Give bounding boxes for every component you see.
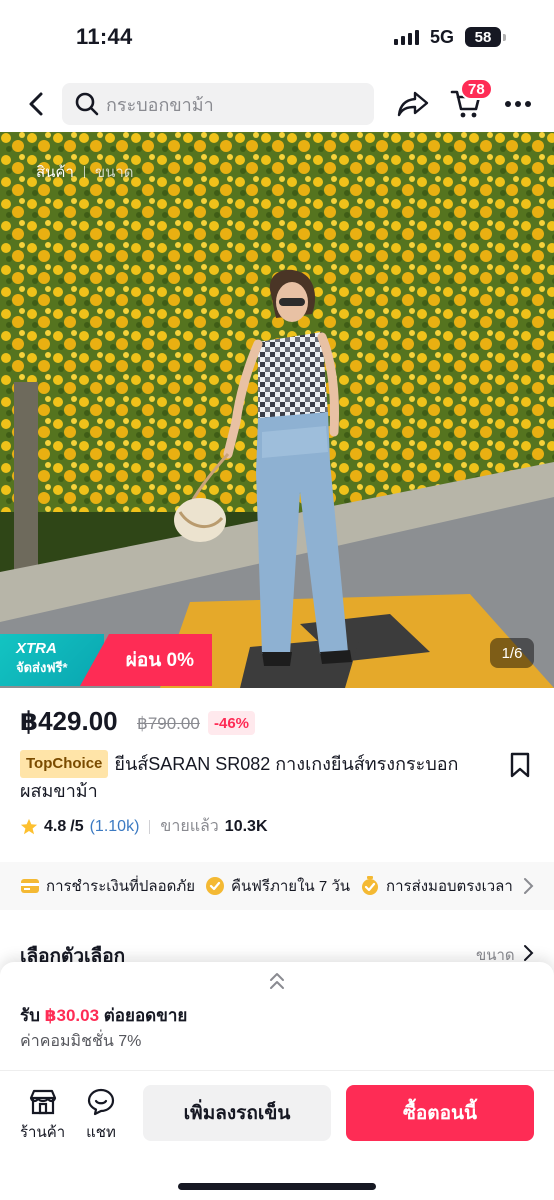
chevron-right-icon bbox=[524, 878, 534, 894]
expand-up-icon[interactable] bbox=[267, 970, 287, 992]
rating-max: /5 bbox=[70, 817, 84, 835]
shop-button[interactable]: ร้านค้า bbox=[20, 1087, 65, 1144]
tab-divider bbox=[83, 166, 85, 178]
product-title: TopChoice ยีนส์SARAN SR082 กางเกงยีนส์ทรง… bbox=[20, 750, 490, 804]
search-input[interactable]: กระบอกขาม้า bbox=[62, 83, 374, 125]
guarantees-row[interactable]: การชำระเงินที่ปลอดภัย คืนฟรีภายใน 7 วัน … bbox=[0, 862, 554, 910]
add-to-cart-button[interactable]: เพิ่มลงรถเข็น bbox=[143, 1085, 331, 1141]
clock: 11:44 bbox=[76, 24, 133, 49]
signal-icon bbox=[394, 30, 419, 45]
guarantee-secure-payment: การชำระเงินที่ปลอดภัย bbox=[20, 874, 195, 898]
product-photo bbox=[0, 132, 554, 688]
review-count[interactable]: (1.10k) bbox=[90, 818, 140, 836]
guarantee-on-time: การส่งมอบตรงเวลา bbox=[360, 874, 513, 898]
status-bar: 11:44 5G 58 bbox=[0, 0, 554, 70]
rating-score: 4.8 bbox=[44, 817, 67, 835]
tab-product[interactable]: สินค้า bbox=[36, 160, 74, 184]
commission-rate: ค่าคอมมิชชั่น 7% bbox=[20, 1033, 142, 1050]
chat-button[interactable]: แชท bbox=[86, 1087, 116, 1144]
sold-label: ขายแล้ว bbox=[160, 818, 219, 835]
battery-icon: 58 bbox=[465, 27, 506, 47]
network-label: 5G bbox=[430, 27, 455, 47]
commission-sheet[interactable]: รับ ฿30.03 ต่อยอดขาย ค่าคอมมิชชั่น 7% bbox=[0, 962, 554, 1070]
cart-count-badge: 78 bbox=[460, 78, 493, 100]
topchoice-badge: TopChoice bbox=[20, 750, 109, 778]
commission-prefix: รับ bbox=[20, 1006, 40, 1025]
search-placeholder: กระบอกขาม้า bbox=[106, 94, 214, 115]
rating-row: 4.8 /5 (1.10k) ขายแล้ว 10.3K bbox=[20, 814, 268, 839]
bottom-action-bar: ร้านค้า แชท เพิ่มลงรถเข็น ซื้อตอนนี้ bbox=[0, 1070, 554, 1200]
back-icon[interactable] bbox=[22, 88, 52, 120]
bookmark-icon[interactable] bbox=[508, 752, 532, 778]
timer-icon bbox=[362, 876, 379, 895]
shop-icon bbox=[29, 1089, 56, 1115]
card-icon bbox=[21, 879, 39, 893]
sold-count: 10.3K bbox=[224, 817, 268, 835]
buy-now-button[interactable]: ซื้อตอนนี้ bbox=[346, 1085, 534, 1141]
guarantee-free-return: คืนฟรีภายใน 7 วัน bbox=[205, 874, 350, 898]
hero-tabs: สินค้า ขนาด bbox=[36, 160, 134, 184]
commission-suffix: ต่อยอดขาย bbox=[103, 1006, 188, 1025]
return-icon bbox=[206, 877, 225, 895]
chat-icon bbox=[87, 1088, 115, 1116]
original-price: ฿790.00 bbox=[137, 714, 200, 733]
current-price: ฿429.00 bbox=[20, 706, 118, 736]
commission-amount-line: รับ ฿30.03 ต่อยอดขาย bbox=[20, 1002, 187, 1029]
home-indicator bbox=[178, 1183, 376, 1190]
guarantee-label: คืนฟรีภายใน 7 วัน bbox=[231, 878, 351, 895]
more-icon[interactable] bbox=[503, 94, 533, 114]
top-nav: กระบอกขาม้า 78 bbox=[0, 78, 554, 130]
discount-badge: -46% bbox=[208, 711, 256, 735]
chat-label: แชท bbox=[86, 1124, 116, 1141]
tab-size[interactable]: ขนาด bbox=[95, 160, 134, 184]
chevron-right-icon[interactable] bbox=[522, 944, 534, 962]
xtra-title: XTRA bbox=[16, 640, 57, 657]
commission-amount: ฿30.03 bbox=[44, 1006, 100, 1025]
product-image[interactable]: สินค้า ขนาด XTRA จัดส่งฟรี* ผ่อน 0% 1/6 bbox=[0, 132, 554, 688]
image-counter: 1/6 bbox=[490, 638, 534, 668]
shop-label: ร้านค้า bbox=[20, 1124, 66, 1141]
search-icon bbox=[75, 92, 99, 116]
guarantee-label: การชำระเงินที่ปลอดภัย bbox=[46, 878, 196, 895]
star-icon bbox=[20, 818, 38, 834]
share-icon[interactable] bbox=[396, 88, 430, 120]
guarantee-label: การส่งมอบตรงเวลา bbox=[386, 878, 513, 895]
divider bbox=[149, 819, 151, 834]
